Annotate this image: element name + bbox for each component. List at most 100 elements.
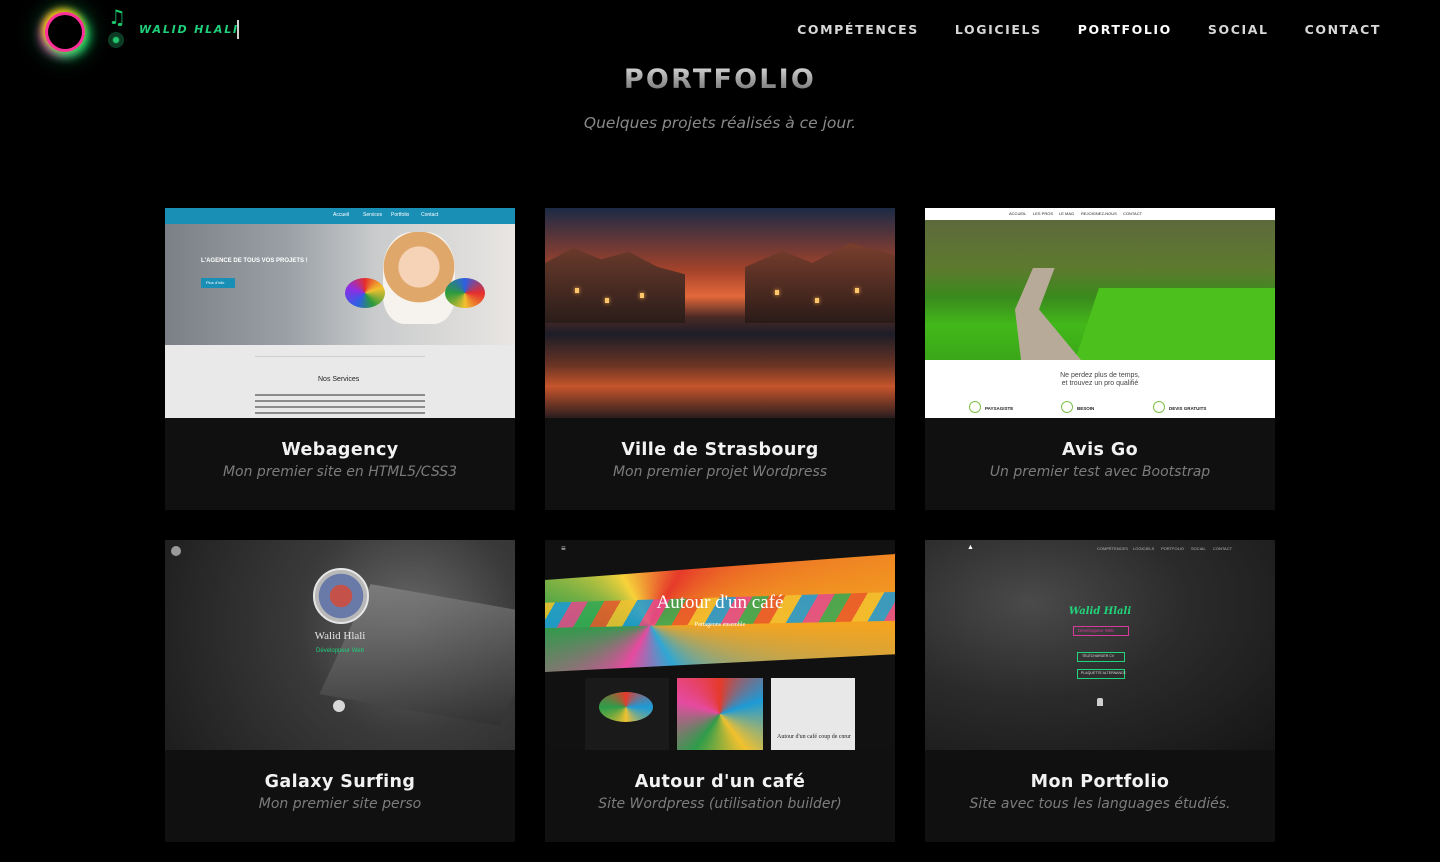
thumb-photo-buildings — [745, 243, 895, 323]
hamburger-icon: ≡ — [561, 544, 566, 553]
thumb-photo — [383, 232, 455, 324]
thumb-light — [605, 298, 609, 303]
project-title[interactable]: Avis Go — [925, 440, 1275, 460]
project-description: Un premier test avec Bootstrap — [989, 464, 1211, 480]
thumb-photo — [345, 278, 385, 308]
project-thumbnail[interactable]: Accueil Services Portfolio Contact L'AGE… — [165, 208, 515, 418]
project-title[interactable]: Autour d'un café — [545, 772, 895, 792]
thumb-logo-icon: ▲ — [967, 544, 974, 551]
thumb-avatar — [313, 568, 369, 624]
thumb-nav-item: LE MAG — [1059, 211, 1075, 216]
thumb-line1: Ne perdez plus de temps, — [1060, 372, 1140, 379]
thumb-nav-item: LOGICIELS — [1133, 546, 1155, 551]
thumb-role: Développeur Web — [316, 648, 364, 654]
thumb-divider — [255, 356, 425, 357]
thumb-nav-item: SOCIAL — [1191, 546, 1206, 551]
nav-logiciels[interactable]: LOGICIELS — [955, 19, 1042, 41]
project-card-galaxy-surfing[interactable]: Walid Hlali Développeur Web Galaxy Surfi… — [165, 540, 515, 842]
down-arrow-icon — [333, 700, 345, 712]
thumb-light — [855, 288, 859, 293]
main-nav: COMPÉTENCES LOGICIELS PORTFOLIO SOCIAL C… — [797, 19, 1381, 41]
thumb-nav-item: Contact — [421, 212, 439, 218]
thumb-tagline: Partageons ensemble — [694, 622, 746, 628]
thumb-name: Walid Hlali — [314, 630, 366, 642]
thumb-role: Développeur Web — [1078, 628, 1114, 633]
project-card-webagency[interactable]: Accueil Services Portfolio Contact L'AGE… — [165, 208, 515, 510]
thumb-nav-item: LES PROS — [1033, 211, 1054, 216]
project-description: Site Wordpress (utilisation builder) — [598, 796, 842, 812]
project-title[interactable]: Ville de Strasbourg — [545, 440, 895, 460]
thumb-light — [575, 288, 579, 293]
thumb-nav-item: Services — [363, 212, 383, 218]
thumb-light — [775, 290, 779, 295]
thumb-text-line — [255, 406, 425, 408]
thumb-button: PLAQUETTE ALTERNANCE — [1077, 669, 1126, 679]
logo-ring-icon[interactable] — [48, 15, 82, 49]
thumb-nav-item: COMPÉTENCES — [1097, 546, 1128, 551]
text-cursor — [237, 20, 239, 39]
thumb-button-label: TÉLÉCHARGER CV — [1082, 654, 1115, 658]
thumb-text-line — [255, 394, 425, 396]
thumb-step-circle — [1153, 401, 1165, 413]
thumb-post-image — [585, 678, 669, 750]
nav-competences[interactable]: COMPÉTENCES — [797, 19, 919, 41]
thumb-section-title: Nos Services — [318, 376, 360, 383]
thumb-step-circle — [1061, 401, 1073, 413]
thumb-nav-item: CONTACT — [1123, 211, 1143, 216]
lamp-icon — [1097, 698, 1103, 706]
nav-contact[interactable]: CONTACT — [1305, 19, 1381, 41]
thumb-nav-item: REJOIGNEZ-NOUS — [1081, 211, 1117, 216]
project-title[interactable]: Webagency — [165, 440, 515, 460]
thumb-signature: Walid Hlali — [1068, 606, 1132, 617]
thumb-button-label: Plus d'info — [206, 280, 225, 285]
project-thumbnail[interactable] — [545, 208, 895, 418]
brand-name[interactable]: WALID HLALI — [139, 22, 239, 38]
thumb-post-image: Autour d'un café coup de cœur — [771, 678, 855, 750]
project-thumbnail[interactable]: ▲ COMPÉTENCES LOGICIELS PORTFOLIO SOCIAL… — [925, 540, 1275, 750]
thumb-button: Plus d'info — [201, 278, 235, 288]
thumb-navbar: Accueil Services Portfolio Contact — [165, 208, 515, 224]
project-thumbnail[interactable]: Walid Hlali Développeur Web — [165, 540, 515, 750]
thumb-headline: L'AGENCE DE TOUS VOS PROJETS ! — [201, 258, 308, 264]
thumb-button-label: PLAQUETTE ALTERNANCE — [1081, 671, 1126, 675]
section-title: PORTFOLIO — [0, 64, 1440, 95]
thumb-step-label: DEVIS GRATUITS — [1169, 406, 1207, 411]
project-description: Site avec tous les languages étudiés. — [969, 796, 1231, 812]
project-thumbnail[interactable]: ACCUEIL LES PROS LE MAG REJOIGNEZ-NOUS C… — [925, 208, 1275, 418]
thumb-nav-item: Accueil — [333, 212, 350, 218]
thumb-post-caption: Autour d'un café coup de cœur — [777, 734, 851, 740]
thumb-light — [640, 293, 644, 298]
thumb-nav-item: PORTFOLIO — [1161, 546, 1185, 551]
nav-social[interactable]: SOCIAL — [1208, 19, 1269, 41]
thumb-navbar: ACCUEIL LES PROS LE MAG REJOIGNEZ-NOUS C… — [925, 208, 1275, 220]
project-card-autour-dun-cafe[interactable]: ≡ Autour d'un café Partageons ensemble A… — [545, 540, 895, 842]
thumb-post-image — [677, 678, 763, 750]
thumb-step-label: BESOIN — [1077, 406, 1095, 411]
thumb-photo-buildings — [545, 248, 685, 323]
project-title[interactable]: Galaxy Surfing — [165, 772, 515, 792]
thumb-nav-item: ACCUEIL — [1009, 211, 1027, 216]
nav-portfolio[interactable]: PORTFOLIO — [1078, 19, 1172, 41]
project-card-strasbourg[interactable]: Ville de Strasbourg Mon premier projet W… — [545, 208, 895, 510]
project-thumbnail[interactable]: ≡ Autour d'un café Partageons ensemble A… — [545, 540, 895, 750]
thumb-nav-item: CONTACT — [1213, 546, 1233, 551]
thumb-step-label: PAYSAGISTE — [985, 406, 1014, 411]
thumb-menu-icon — [171, 546, 181, 556]
thumb-heading: Autour d'un café — [656, 592, 784, 613]
thumb-role-box: Développeur Web — [1073, 626, 1129, 636]
thumb-text-line — [255, 400, 425, 402]
thumb-photo-lawn — [1075, 288, 1275, 360]
thumb-light — [815, 298, 819, 303]
project-card-avis-go[interactable]: ACCUEIL LES PROS LE MAG REJOIGNEZ-NOUS C… — [925, 208, 1275, 510]
thumb-nav-item: Portfolio — [391, 212, 410, 218]
disc-icon[interactable] — [108, 32, 124, 48]
project-card-mon-portfolio[interactable]: ▲ COMPÉTENCES LOGICIELS PORTFOLIO SOCIAL… — [925, 540, 1275, 842]
project-description: Mon premier projet Wordpress — [612, 464, 828, 480]
project-title[interactable]: Mon Portfolio — [925, 772, 1275, 792]
thumb-line2: et trouvez un pro qualifié — [1061, 380, 1139, 387]
music-note-icon[interactable]: ♫ — [106, 6, 128, 28]
thumb-photo — [445, 278, 485, 308]
thumb-step-circle — [969, 401, 981, 413]
section-subtitle: Quelques projets réalisés à ce jour. — [583, 114, 857, 132]
thumb-text-line — [255, 412, 425, 414]
